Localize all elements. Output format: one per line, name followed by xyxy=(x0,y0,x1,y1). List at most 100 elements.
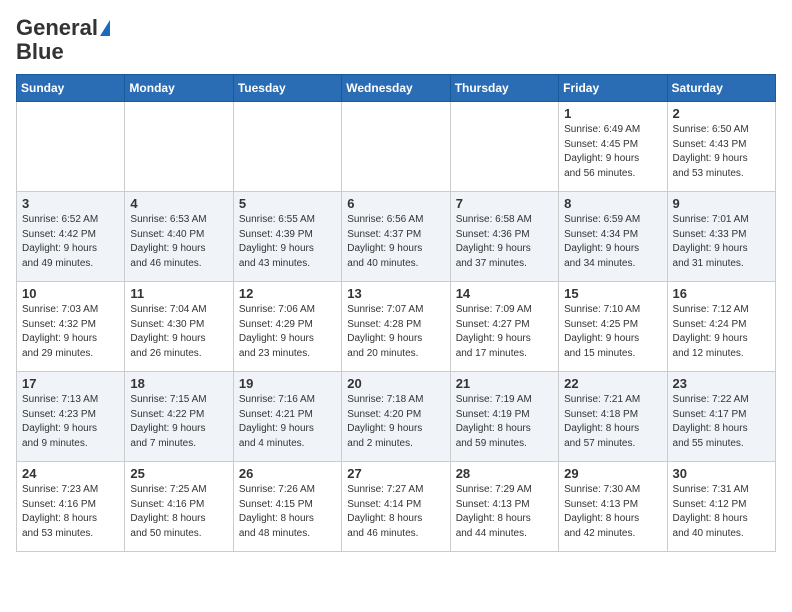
logo-text-general: General xyxy=(16,16,98,40)
day-number: 24 xyxy=(22,466,119,481)
cell-info: Sunrise: 6:50 AM Sunset: 4:43 PM Dayligh… xyxy=(673,123,770,181)
calendar-cell: 27 Sunrise: 7:27 AM Sunset: 4:14 PM Dayli… xyxy=(342,462,450,552)
day-number: 19 xyxy=(239,376,336,391)
calendar-cell: 8 Sunrise: 6:59 AM Sunset: 4:34 PM Daylig… xyxy=(559,192,667,282)
day-number: 27 xyxy=(347,466,444,481)
col-monday: Monday xyxy=(125,75,233,102)
cell-info: Sunrise: 7:19 AM Sunset: 4:19 PM Dayligh… xyxy=(456,393,553,451)
calendar-cell: 18 Sunrise: 7:15 AM Sunset: 4:22 PM Dayli… xyxy=(125,372,233,462)
cell-info: Sunrise: 7:01 AM Sunset: 4:33 PM Dayligh… xyxy=(673,213,770,271)
calendar-cell xyxy=(233,102,341,192)
calendar-cell: 21 Sunrise: 7:19 AM Sunset: 4:19 PM Dayli… xyxy=(450,372,558,462)
cell-info: Sunrise: 7:25 AM Sunset: 4:16 PM Dayligh… xyxy=(130,483,227,541)
day-number: 10 xyxy=(22,286,119,301)
cell-info: Sunrise: 7:27 AM Sunset: 4:14 PM Dayligh… xyxy=(347,483,444,541)
day-number: 30 xyxy=(673,466,770,481)
cell-info: Sunrise: 7:21 AM Sunset: 4:18 PM Dayligh… xyxy=(564,393,661,451)
calendar-week-4: 17Sunrise: 7:13 AM Sunset: 4:23 PM Dayli… xyxy=(17,372,776,462)
cell-info: Sunrise: 7:16 AM Sunset: 4:21 PM Dayligh… xyxy=(239,393,336,451)
cell-info: Sunrise: 7:10 AM Sunset: 4:25 PM Dayligh… xyxy=(564,303,661,361)
cell-info: Sunrise: 6:55 AM Sunset: 4:39 PM Dayligh… xyxy=(239,213,336,271)
calendar-cell xyxy=(125,102,233,192)
calendar-cell: 4 Sunrise: 6:53 AM Sunset: 4:40 PM Daylig… xyxy=(125,192,233,282)
header-row: Sunday Monday Tuesday Wednesday Thursday… xyxy=(17,75,776,102)
cell-info: Sunrise: 7:29 AM Sunset: 4:13 PM Dayligh… xyxy=(456,483,553,541)
calendar-table: Sunday Monday Tuesday Wednesday Thursday… xyxy=(16,74,776,552)
col-saturday: Saturday xyxy=(667,75,775,102)
day-number: 2 xyxy=(673,106,770,121)
calendar-cell: 5 Sunrise: 6:55 AM Sunset: 4:39 PM Daylig… xyxy=(233,192,341,282)
day-number: 21 xyxy=(456,376,553,391)
cell-info: Sunrise: 7:07 AM Sunset: 4:28 PM Dayligh… xyxy=(347,303,444,361)
day-number: 9 xyxy=(673,196,770,211)
cell-info: Sunrise: 7:09 AM Sunset: 4:27 PM Dayligh… xyxy=(456,303,553,361)
day-number: 5 xyxy=(239,196,336,211)
calendar-cell: 11 Sunrise: 7:04 AM Sunset: 4:30 PM Dayli… xyxy=(125,282,233,372)
page-header: General Blue xyxy=(16,16,776,64)
cell-info: Sunrise: 7:22 AM Sunset: 4:17 PM Dayligh… xyxy=(673,393,770,451)
day-number: 26 xyxy=(239,466,336,481)
day-number: 14 xyxy=(456,286,553,301)
day-number: 4 xyxy=(130,196,227,211)
day-number: 8 xyxy=(564,196,661,211)
day-number: 29 xyxy=(564,466,661,481)
calendar-cell: 23 Sunrise: 7:22 AM Sunset: 4:17 PM Dayli… xyxy=(667,372,775,462)
cell-info: Sunrise: 7:06 AM Sunset: 4:29 PM Dayligh… xyxy=(239,303,336,361)
calendar-cell: 19 Sunrise: 7:16 AM Sunset: 4:21 PM Dayli… xyxy=(233,372,341,462)
cell-info: Sunrise: 6:52 AM Sunset: 4:42 PM Dayligh… xyxy=(22,213,119,271)
cell-info: Sunrise: 7:30 AM Sunset: 4:13 PM Dayligh… xyxy=(564,483,661,541)
day-number: 18 xyxy=(130,376,227,391)
day-number: 3 xyxy=(22,196,119,211)
cell-info: Sunrise: 7:18 AM Sunset: 4:20 PM Dayligh… xyxy=(347,393,444,451)
day-number: 15 xyxy=(564,286,661,301)
calendar-cell: 2 Sunrise: 6:50 AM Sunset: 4:43 PM Daylig… xyxy=(667,102,775,192)
day-number: 28 xyxy=(456,466,553,481)
day-number: 22 xyxy=(564,376,661,391)
day-number: 6 xyxy=(347,196,444,211)
day-number: 1 xyxy=(564,106,661,121)
cell-info: Sunrise: 7:12 AM Sunset: 4:24 PM Dayligh… xyxy=(673,303,770,361)
cell-info: Sunrise: 6:58 AM Sunset: 4:36 PM Dayligh… xyxy=(456,213,553,271)
cell-info: Sunrise: 7:31 AM Sunset: 4:12 PM Dayligh… xyxy=(673,483,770,541)
calendar-cell: 13 Sunrise: 7:07 AM Sunset: 4:28 PM Dayli… xyxy=(342,282,450,372)
calendar-cell: 30 Sunrise: 7:31 AM Sunset: 4:12 PM Dayli… xyxy=(667,462,775,552)
calendar-cell: 24 Sunrise: 7:23 AM Sunset: 4:16 PM Dayli… xyxy=(17,462,125,552)
cell-info: Sunrise: 7:15 AM Sunset: 4:22 PM Dayligh… xyxy=(130,393,227,451)
calendar-cell: 28 Sunrise: 7:29 AM Sunset: 4:13 PM Dayli… xyxy=(450,462,558,552)
col-thursday: Thursday xyxy=(450,75,558,102)
cell-info: Sunrise: 7:03 AM Sunset: 4:32 PM Dayligh… xyxy=(22,303,119,361)
day-number: 23 xyxy=(673,376,770,391)
cell-info: Sunrise: 7:26 AM Sunset: 4:15 PM Dayligh… xyxy=(239,483,336,541)
day-number: 16 xyxy=(673,286,770,301)
cell-info: Sunrise: 6:59 AM Sunset: 4:34 PM Dayligh… xyxy=(564,213,661,271)
logo-text-blue: Blue xyxy=(16,40,64,64)
calendar-cell: 20Sunrise: 7:18 AM Sunset: 4:20 PM Dayli… xyxy=(342,372,450,462)
calendar-cell xyxy=(17,102,125,192)
calendar-cell xyxy=(342,102,450,192)
calendar-cell: 6 Sunrise: 6:56 AM Sunset: 4:37 PM Daylig… xyxy=(342,192,450,282)
cell-info: Sunrise: 7:04 AM Sunset: 4:30 PM Dayligh… xyxy=(130,303,227,361)
calendar-cell: 29 Sunrise: 7:30 AM Sunset: 4:13 PM Dayli… xyxy=(559,462,667,552)
logo: General Blue xyxy=(16,16,110,64)
calendar-cell: 22 Sunrise: 7:21 AM Sunset: 4:18 PM Dayli… xyxy=(559,372,667,462)
calendar-cell: 3 Sunrise: 6:52 AM Sunset: 4:42 PM Daylig… xyxy=(17,192,125,282)
col-friday: Friday xyxy=(559,75,667,102)
calendar-header: Sunday Monday Tuesday Wednesday Thursday… xyxy=(17,75,776,102)
cell-info: Sunrise: 6:49 AM Sunset: 4:45 PM Dayligh… xyxy=(564,123,661,181)
cell-info: Sunrise: 7:13 AM Sunset: 4:23 PM Dayligh… xyxy=(22,393,119,451)
calendar-week-2: 3 Sunrise: 6:52 AM Sunset: 4:42 PM Daylig… xyxy=(17,192,776,282)
calendar-cell: 1 Sunrise: 6:49 AM Sunset: 4:45 PM Daylig… xyxy=(559,102,667,192)
cell-info: Sunrise: 6:56 AM Sunset: 4:37 PM Dayligh… xyxy=(347,213,444,271)
calendar-week-5: 24 Sunrise: 7:23 AM Sunset: 4:16 PM Dayli… xyxy=(17,462,776,552)
calendar-body: 1 Sunrise: 6:49 AM Sunset: 4:45 PM Daylig… xyxy=(17,102,776,552)
col-wednesday: Wednesday xyxy=(342,75,450,102)
calendar-cell: 16 Sunrise: 7:12 AM Sunset: 4:24 PM Dayli… xyxy=(667,282,775,372)
day-number: 13 xyxy=(347,286,444,301)
col-sunday: Sunday xyxy=(17,75,125,102)
day-number: 25 xyxy=(130,466,227,481)
calendar-cell: 26 Sunrise: 7:26 AM Sunset: 4:15 PM Dayli… xyxy=(233,462,341,552)
day-number: 11 xyxy=(130,286,227,301)
cell-info: Sunrise: 6:53 AM Sunset: 4:40 PM Dayligh… xyxy=(130,213,227,271)
calendar-cell: 12Sunrise: 7:06 AM Sunset: 4:29 PM Dayli… xyxy=(233,282,341,372)
cell-info: Sunrise: 7:23 AM Sunset: 4:16 PM Dayligh… xyxy=(22,483,119,541)
